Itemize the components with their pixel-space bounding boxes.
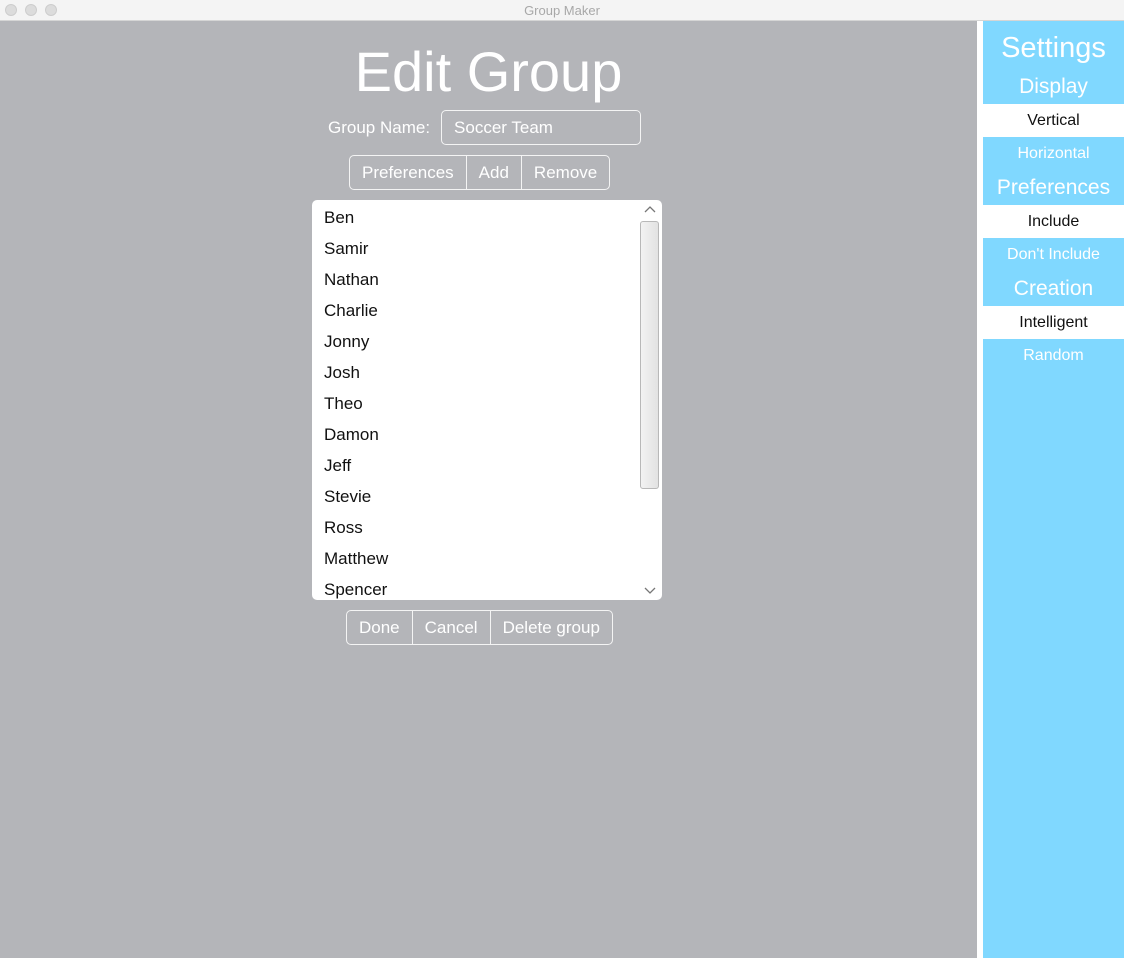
list-item[interactable]: Jonny (312, 326, 640, 357)
member-list[interactable]: Ben Samir Nathan Charlie Jonny Josh Theo… (312, 200, 662, 600)
list-item[interactable]: Jeff (312, 450, 640, 481)
section-header-display: Display (1019, 75, 1088, 98)
list-item[interactable]: Matthew (312, 543, 640, 574)
member-actions: Preferences Add Remove (349, 155, 611, 190)
scrollbar-thumb[interactable] (640, 221, 659, 489)
list-item[interactable]: Spencer (312, 574, 640, 600)
settings-title: Settings (1001, 32, 1106, 64)
group-actions: Done Cancel Delete group (346, 610, 613, 645)
option-intelligent[interactable]: Intelligent (983, 306, 1124, 339)
list-item[interactable]: Theo (312, 388, 640, 419)
list-item[interactable]: Stevie (312, 481, 640, 512)
done-button[interactable]: Done (347, 611, 413, 644)
group-name-input[interactable] (441, 110, 642, 145)
delete-group-button[interactable]: Delete group (491, 611, 612, 644)
list-item[interactable]: Charlie (312, 295, 640, 326)
list-item[interactable]: Samir (312, 233, 640, 264)
member-list-items: Ben Samir Nathan Charlie Jonny Josh Theo… (312, 202, 640, 600)
preferences-button[interactable]: Preferences (350, 156, 467, 189)
section-header-preferences: Preferences (996, 176, 1111, 199)
list-item[interactable]: Josh (312, 357, 640, 388)
settings-sidebar: Settings Display Vertical Horizontal Pre… (983, 21, 1124, 958)
list-item[interactable]: Ben (312, 202, 640, 233)
remove-button[interactable]: Remove (522, 156, 609, 189)
cancel-button[interactable]: Cancel (413, 611, 491, 644)
list-item[interactable]: Nathan (312, 264, 640, 295)
option-horizontal[interactable]: Horizontal (983, 137, 1124, 170)
option-random[interactable]: Random (983, 339, 1124, 372)
option-vertical[interactable]: Vertical (983, 104, 1124, 137)
list-item[interactable]: Ross (312, 512, 640, 543)
scroll-up-arrow-icon[interactable] (643, 202, 657, 216)
add-button[interactable]: Add (467, 156, 522, 189)
window-title: Group Maker (524, 3, 600, 18)
group-name-row: Group Name: (328, 110, 642, 145)
option-dont-include[interactable]: Don't Include (983, 238, 1124, 271)
title-bar: Group Maker (0, 0, 1124, 21)
scroll-down-arrow-icon[interactable] (643, 584, 657, 598)
main-panel: Edit Group Group Name: Preferences Add R… (0, 21, 977, 958)
option-include[interactable]: Include (983, 205, 1124, 238)
group-name-label: Group Name: (328, 117, 431, 137)
page-title: Edit Group (354, 40, 623, 103)
list-item[interactable]: Damon (312, 419, 640, 450)
section-header-creation: Creation (1013, 277, 1094, 300)
